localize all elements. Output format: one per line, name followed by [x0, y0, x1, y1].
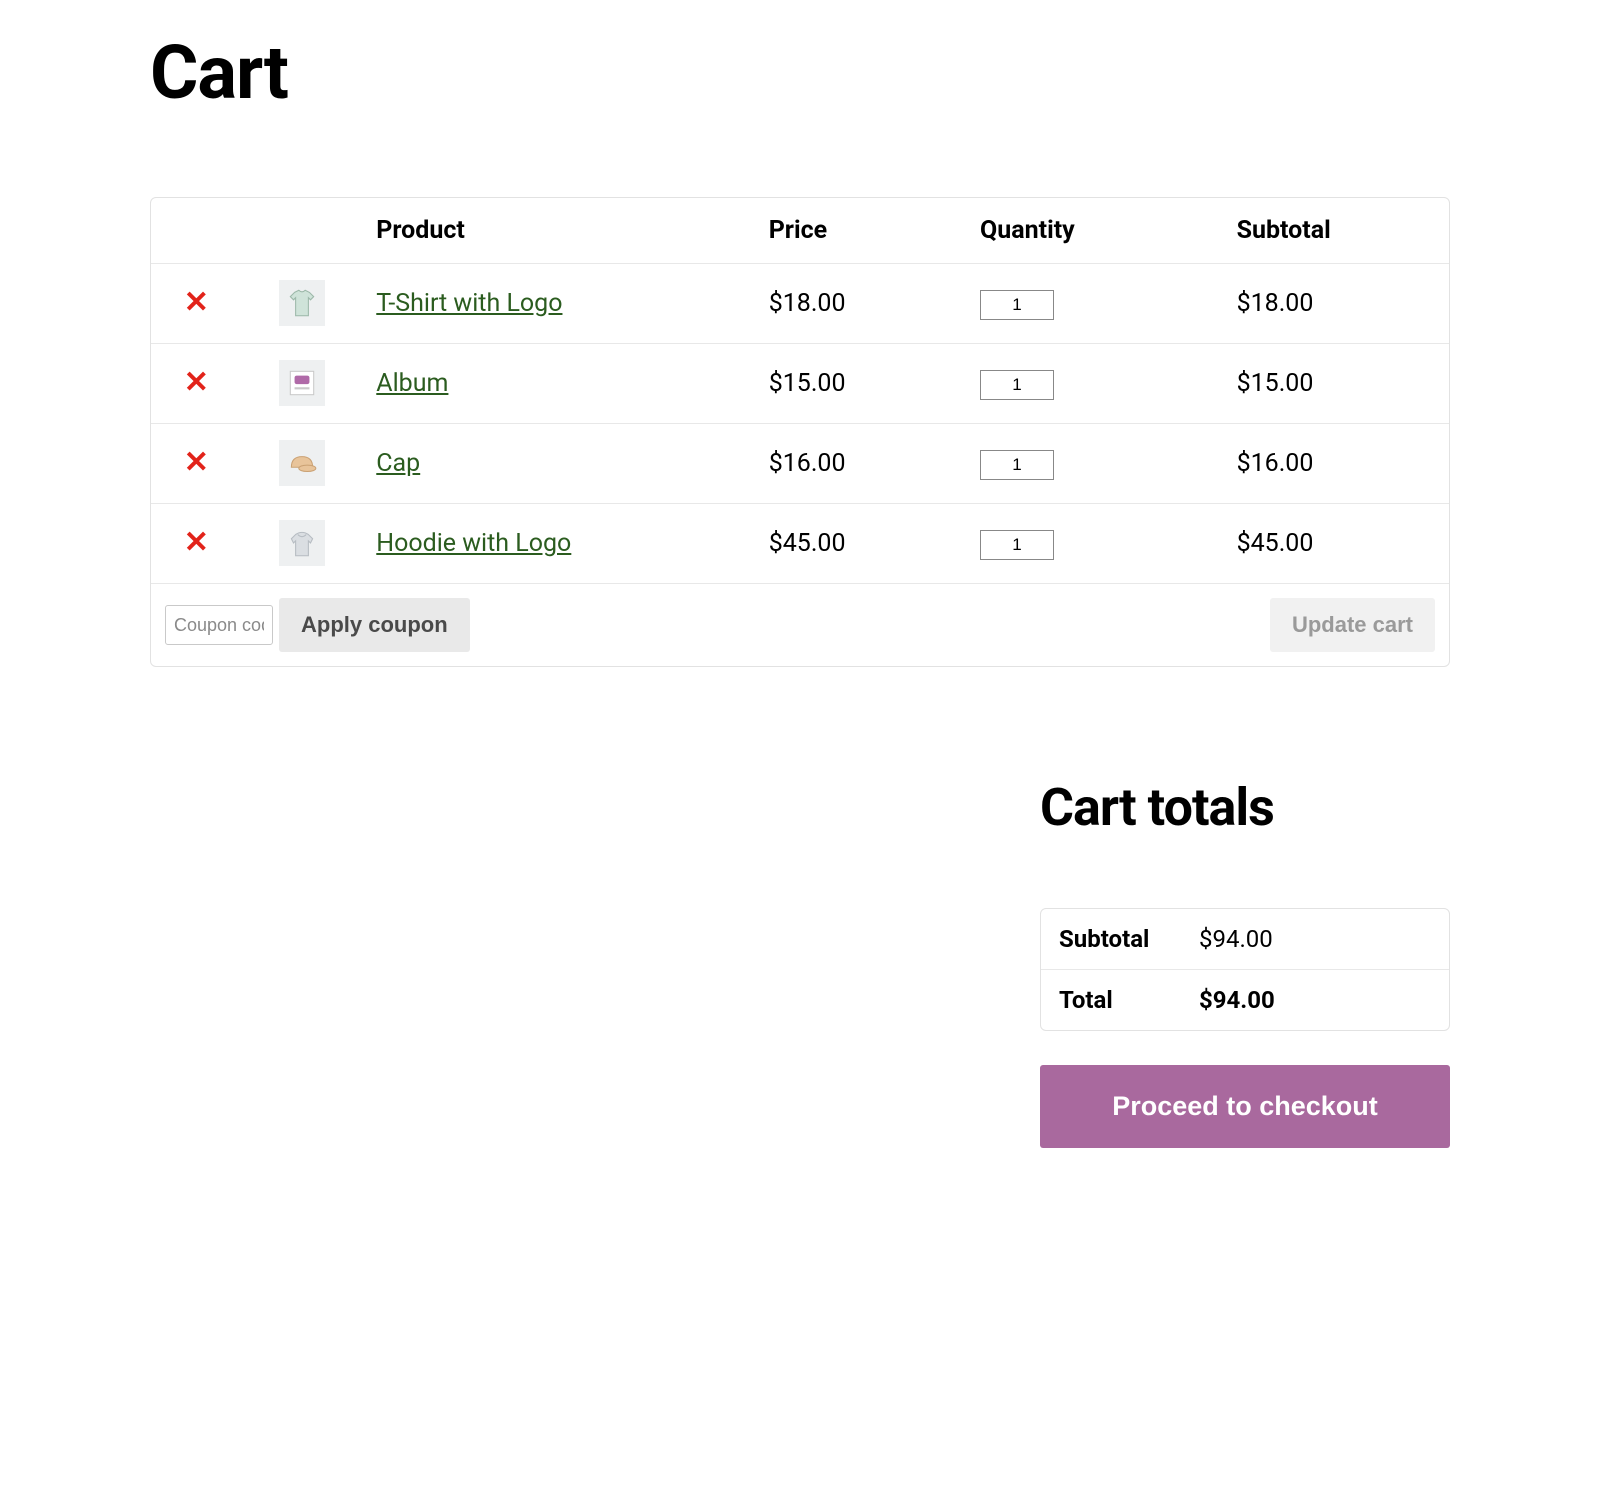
cart-actions-row: Apply coupon Update cart: [151, 584, 1449, 666]
col-qty-header: Quantity: [966, 198, 1223, 264]
table-row: ✕ Album $15.00 $15.00: [151, 344, 1449, 424]
subtotal-cell: $16.00: [1223, 424, 1449, 504]
total-value: $94.00: [1181, 970, 1449, 1030]
product-thumbnail[interactable]: [279, 520, 325, 566]
cap-icon: [285, 446, 319, 480]
apply-coupon-button[interactable]: Apply coupon: [279, 598, 470, 652]
close-icon: ✕: [184, 286, 209, 319]
table-row: ✕ T-Shirt with Logo $18.00 $18.00: [151, 264, 1449, 344]
coupon-input[interactable]: [165, 605, 273, 645]
product-link[interactable]: T-Shirt with Logo: [376, 289, 562, 318]
cart-table: Product Price Quantity Subtotal ✕ T-: [150, 197, 1450, 667]
close-icon: ✕: [184, 526, 209, 559]
price-cell: $18.00: [755, 264, 966, 344]
col-remove-header: [151, 198, 242, 264]
tshirt-icon: [285, 286, 319, 320]
quantity-input[interactable]: [980, 530, 1054, 560]
album-icon: [285, 366, 319, 400]
hoodie-icon: [285, 526, 319, 560]
cart-totals-block: Cart totals Subtotal $94.00 Total $94.00…: [1040, 777, 1450, 1148]
quantity-input[interactable]: [980, 450, 1054, 480]
page-title: Cart: [150, 30, 1450, 117]
proceed-to-checkout-button[interactable]: Proceed to checkout: [1040, 1065, 1450, 1148]
remove-item-button[interactable]: ✕: [184, 528, 209, 558]
close-icon: ✕: [184, 366, 209, 399]
price-cell: $16.00: [755, 424, 966, 504]
subtotal-cell: $45.00: [1223, 504, 1449, 584]
subtotal-value: $94.00: [1181, 909, 1449, 970]
total-label: Total: [1041, 970, 1181, 1030]
subtotal-cell: $18.00: [1223, 264, 1449, 344]
cart-totals-table: Subtotal $94.00 Total $94.00: [1040, 908, 1450, 1031]
table-row: ✕ Hoodie with Logo $45.00 $45.00: [151, 504, 1449, 584]
quantity-input[interactable]: [980, 370, 1054, 400]
product-thumbnail[interactable]: [279, 360, 325, 406]
remove-item-button[interactable]: ✕: [184, 288, 209, 318]
cart-totals-title: Cart totals: [1040, 777, 1450, 838]
product-thumbnail[interactable]: [279, 440, 325, 486]
col-thumb-header: [242, 198, 363, 264]
close-icon: ✕: [184, 446, 209, 479]
col-price-header: Price: [755, 198, 966, 264]
subtotal-cell: $15.00: [1223, 344, 1449, 424]
product-thumbnail[interactable]: [279, 280, 325, 326]
quantity-input[interactable]: [980, 290, 1054, 320]
remove-item-button[interactable]: ✕: [184, 448, 209, 478]
price-cell: $45.00: [755, 504, 966, 584]
col-subtotal-header: Subtotal: [1223, 198, 1449, 264]
product-link[interactable]: Cap: [376, 449, 420, 478]
product-link[interactable]: Album: [376, 369, 448, 398]
subtotal-label: Subtotal: [1041, 909, 1181, 970]
remove-item-button[interactable]: ✕: [184, 368, 209, 398]
coupon-group: Apply coupon: [165, 598, 470, 652]
update-cart-button[interactable]: Update cart: [1270, 598, 1435, 652]
price-cell: $15.00: [755, 344, 966, 424]
product-link[interactable]: Hoodie with Logo: [376, 529, 571, 558]
col-product-header: Product: [362, 198, 754, 264]
table-row: ✕ Cap $16.00 $16.00: [151, 424, 1449, 504]
